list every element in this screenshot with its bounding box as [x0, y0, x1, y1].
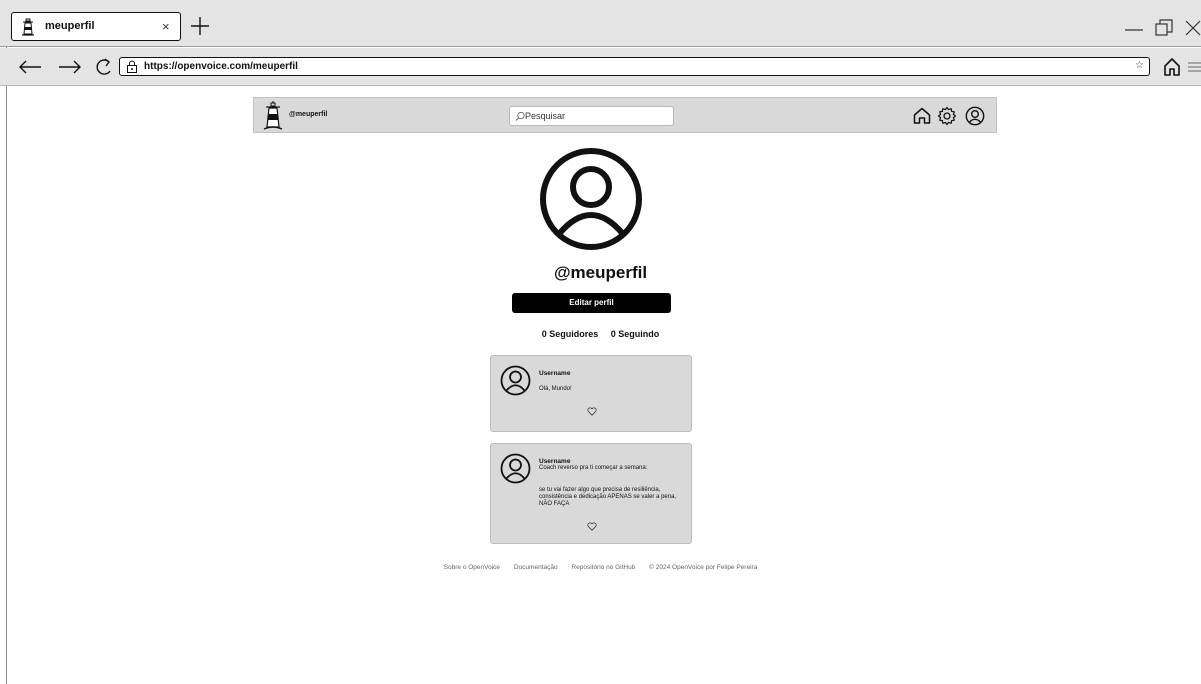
footer-copyright: © 2024 OpenVoice por Felipe Pereira [649, 564, 758, 571]
footer-link-docs[interactable]: Documentação [514, 564, 558, 571]
followers-count[interactable]: 0 Seguidores [542, 329, 599, 339]
post-text: Olá, Mundo! [539, 386, 572, 392]
follow-stats: 0 Seguidores 0 Seguindo [0, 329, 1201, 339]
star-icon[interactable]: ☆ [1135, 60, 1144, 71]
search-box[interactable] [509, 106, 674, 126]
address-bar[interactable]: https://openvoice.com/meuperfil ☆ [119, 57, 1150, 76]
lock-icon [127, 60, 137, 73]
post-title: Coach reverso pra ti começar a semana: [539, 465, 648, 471]
plus-icon[interactable] [188, 14, 212, 38]
post-username[interactable]: Username [539, 458, 570, 465]
menu-icon[interactable] [1187, 60, 1201, 74]
post-body: se tu vai fazer algo que precisa de resi… [539, 487, 677, 507]
tab-title: meuperfil [45, 20, 95, 32]
post-card: Username Olá, Mundo! [490, 355, 692, 432]
footer: Sobre o OpenVoice Documentação Repositór… [0, 564, 1201, 571]
post-card: Username Coach reverso pra ti começar a … [490, 443, 692, 544]
gear-icon[interactable] [937, 106, 957, 126]
edit-profile-button[interactable]: Editar perfil [512, 293, 671, 313]
browser-tab-bar: meuperfil × [0, 0, 1201, 47]
profile-username: @meuperfil [553, 263, 648, 282]
home-icon[interactable] [1162, 56, 1182, 78]
header-handle[interactable]: @meuperfil [289, 111, 327, 118]
lighthouse-icon [22, 18, 34, 36]
app-header: @meuperfil [253, 97, 997, 133]
restore-icon[interactable] [1154, 18, 1174, 38]
home-icon[interactable] [912, 106, 932, 126]
heart-icon[interactable] [587, 407, 597, 416]
close-window-icon[interactable] [1183, 18, 1201, 38]
post-username[interactable]: Username [539, 370, 570, 377]
search-input[interactable] [525, 109, 665, 123]
url-text: https://openvoice.com/meuperfil [144, 61, 298, 72]
avatar [540, 148, 642, 250]
footer-link-github[interactable]: Repositório no GitHub [571, 564, 635, 571]
browser-nav-bar: https://openvoice.com/meuperfil ☆ [0, 48, 1201, 86]
heart-icon[interactable] [587, 522, 597, 531]
footer-link-about[interactable]: Sobre o OpenVoice [444, 564, 500, 571]
reload-icon[interactable] [92, 56, 116, 78]
browser-tab[interactable]: meuperfil × [11, 12, 181, 41]
back-arrow-icon[interactable] [18, 56, 42, 78]
avatar [500, 453, 531, 484]
avatar [500, 365, 531, 396]
close-icon[interactable]: × [162, 19, 170, 34]
minimize-icon[interactable] [1124, 18, 1144, 38]
user-icon[interactable] [965, 106, 985, 126]
following-count[interactable]: 0 Seguindo [611, 329, 660, 339]
forward-arrow-icon[interactable] [58, 56, 82, 78]
lighthouse-logo-icon[interactable] [262, 101, 284, 131]
